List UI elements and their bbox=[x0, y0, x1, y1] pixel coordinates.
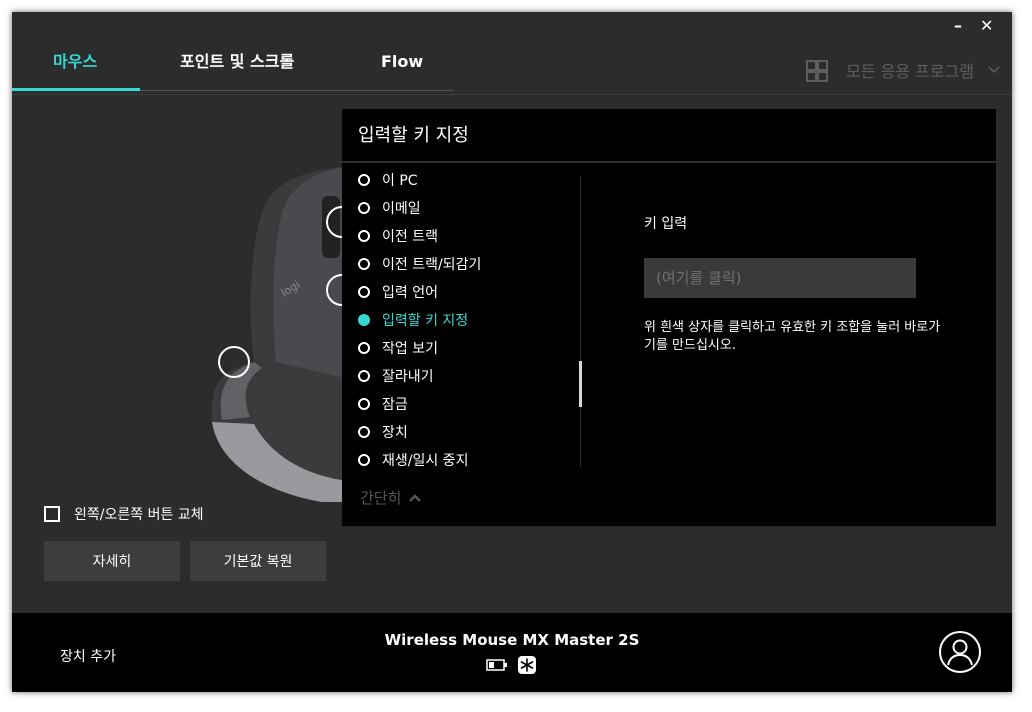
radio-button[interactable] bbox=[358, 454, 370, 466]
list-item-selected[interactable]: 입력할 키 지정 bbox=[342, 306, 578, 334]
list-divider bbox=[580, 175, 581, 467]
radio-button[interactable] bbox=[358, 342, 370, 354]
add-device-button[interactable]: 장치 추가 bbox=[60, 646, 116, 666]
grid-icon bbox=[806, 60, 829, 82]
radio-button[interactable] bbox=[358, 258, 370, 270]
swap-buttons-label: 왼쪽/오른쪽 버튼 교체 bbox=[74, 507, 204, 523]
list-item-label: 재생/일시 중지 bbox=[382, 453, 469, 469]
key-input-help: 위 흰색 상자를 클릭하고 유효한 키 조합을 눌러 바로가기를 만드십시오. bbox=[644, 320, 941, 353]
unifying-receiver-icon bbox=[518, 656, 536, 674]
chevron-up-icon bbox=[409, 493, 422, 502]
radio-button[interactable] bbox=[358, 426, 370, 438]
dialog-divider bbox=[342, 161, 996, 163]
app-selector-label: 모든 응용 프로그램 bbox=[846, 62, 974, 81]
list-item-label: 이전 트랙/되감기 bbox=[382, 257, 482, 273]
list-item-label: 입력 언어 bbox=[382, 285, 438, 301]
hotspot-thumb-button[interactable] bbox=[218, 346, 250, 378]
list-item[interactable]: 잘라내기 bbox=[342, 362, 578, 390]
list-item[interactable]: 재생/일시 중지 bbox=[342, 446, 578, 473]
minimize-button[interactable]: – bbox=[954, 16, 962, 35]
key-input-field[interactable] bbox=[644, 258, 916, 298]
list-item-label: 입력할 키 지정 bbox=[382, 313, 469, 329]
swap-buttons-option[interactable]: 왼쪽/오른쪽 버튼 교체 bbox=[44, 504, 204, 524]
dialog-title: 입력할 키 지정 bbox=[358, 125, 469, 146]
list-item-label: 잠금 bbox=[382, 397, 408, 413]
list-item-label: 이 PC bbox=[382, 173, 418, 189]
device-status-icons bbox=[486, 656, 536, 674]
list-item-label: 잘라내기 bbox=[382, 369, 434, 385]
battery-icon bbox=[486, 659, 507, 671]
mouse-image: logi bbox=[202, 162, 362, 502]
list-item[interactable]: 작업 보기 bbox=[342, 334, 578, 362]
radio-button[interactable] bbox=[358, 370, 370, 382]
close-button[interactable]: ✕ bbox=[980, 16, 993, 35]
radio-button[interactable] bbox=[358, 230, 370, 242]
details-button[interactable]: 자세히 bbox=[44, 541, 180, 581]
list-item-label: 장치 bbox=[382, 425, 408, 441]
options-window: – ✕ 마우스 포인트 및 스크롤 Flow 모든 응용 프로그램 logi 왼… bbox=[12, 12, 1012, 692]
list-item[interactable]: 이메일 bbox=[342, 194, 578, 222]
tab-mouse[interactable]: 마우스 bbox=[53, 48, 97, 92]
key-input-label: 키 입력 bbox=[644, 216, 688, 232]
user-icon bbox=[947, 639, 973, 666]
restore-defaults-button[interactable]: 기본값 복원 bbox=[190, 541, 326, 581]
collapse-label: 간단히 bbox=[360, 489, 402, 507]
radio-button[interactable] bbox=[358, 202, 370, 214]
app-selector[interactable]: 모든 응용 프로그램 bbox=[806, 56, 1000, 84]
swap-buttons-checkbox[interactable] bbox=[44, 506, 60, 522]
tab-point-scroll[interactable]: 포인트 및 스크롤 bbox=[180, 48, 294, 92]
list-item[interactable]: 이 PC bbox=[342, 173, 578, 194]
action-list[interactable]: 이 PC 이메일 이전 트랙 이전 트랙/되감기 입력 언어 입력할 키 지정 … bbox=[342, 173, 578, 473]
list-item-label: 작업 보기 bbox=[382, 341, 438, 357]
footer-bar: 장치 추가 Wireless Mouse MX Master 2S bbox=[12, 613, 1012, 692]
list-scrollbar-thumb[interactable] bbox=[579, 361, 582, 407]
list-item-label: 이메일 bbox=[382, 201, 421, 217]
list-item[interactable]: 이전 트랙/되감기 bbox=[342, 250, 578, 278]
radio-button[interactable] bbox=[358, 286, 370, 298]
assign-keystroke-dialog: 입력할 키 지정 이 PC 이메일 이전 트랙 이전 트랙/되감기 입력 언어 … bbox=[342, 109, 996, 526]
chevron-down-icon bbox=[988, 66, 1000, 74]
radio-button[interactable] bbox=[358, 398, 370, 410]
active-tab-indicator bbox=[12, 88, 140, 91]
radio-button[interactable] bbox=[358, 174, 370, 186]
list-item[interactable]: 잠금 bbox=[342, 390, 578, 418]
list-item[interactable]: 이전 트랙 bbox=[342, 222, 578, 250]
collapse-button[interactable]: 간단히 bbox=[360, 487, 422, 508]
list-item[interactable]: 입력 언어 bbox=[342, 278, 578, 306]
list-item-label: 이전 트랙 bbox=[382, 229, 438, 245]
tab-flow[interactable]: Flow bbox=[381, 48, 423, 92]
list-item[interactable]: 장치 bbox=[342, 418, 578, 446]
radio-button-selected[interactable] bbox=[358, 314, 370, 326]
account-button[interactable] bbox=[939, 631, 981, 673]
tab-divider bbox=[140, 90, 454, 91]
device-name: Wireless Mouse MX Master 2S bbox=[384, 631, 640, 649]
